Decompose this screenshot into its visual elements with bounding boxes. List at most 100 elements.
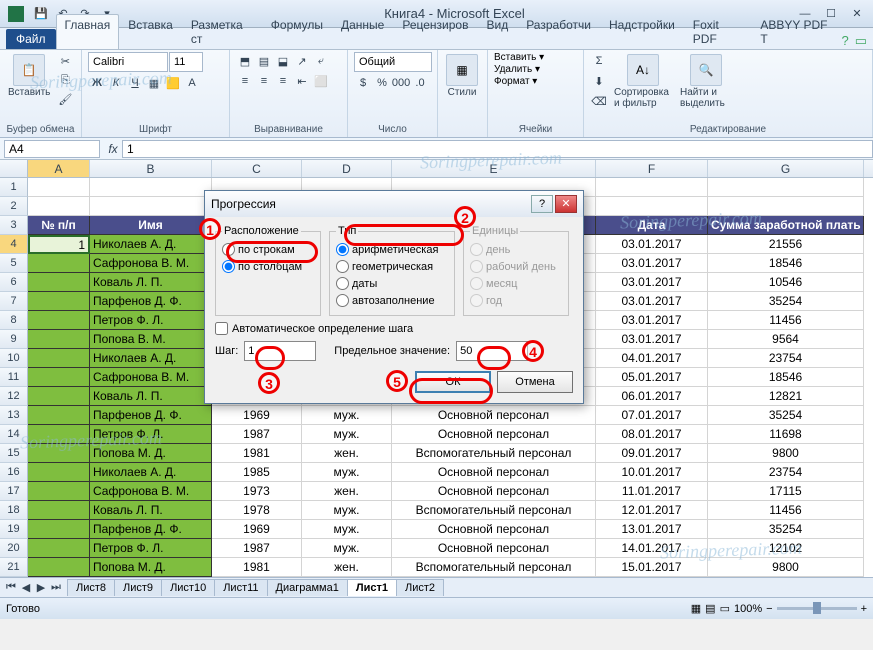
cell[interactable]: 1987 bbox=[212, 425, 302, 444]
close-icon[interactable]: ✕ bbox=[845, 5, 869, 23]
cell[interactable]: 1985 bbox=[212, 463, 302, 482]
row-header[interactable]: 11 bbox=[0, 368, 28, 387]
cell[interactable]: муж. bbox=[302, 463, 392, 482]
cell[interactable]: Сафронова В. М. bbox=[90, 482, 212, 501]
column-header[interactable]: C bbox=[212, 160, 302, 177]
cell[interactable]: Сафронова В. М. bbox=[90, 368, 212, 387]
currency-icon[interactable]: $ bbox=[354, 74, 372, 92]
cell[interactable]: муж. bbox=[302, 520, 392, 539]
cell[interactable]: 11456 bbox=[708, 311, 864, 330]
cell[interactable]: 14.01.2017 bbox=[596, 539, 708, 558]
radio-geometric[interactable]: геометрическая bbox=[336, 258, 448, 275]
row-header[interactable]: 5 bbox=[0, 254, 28, 273]
cell[interactable]: 1969 bbox=[212, 406, 302, 425]
radio-arithmetic[interactable]: арифметическая bbox=[336, 241, 448, 258]
cell[interactable]: 12102 bbox=[708, 539, 864, 558]
bold-icon[interactable]: Ж bbox=[88, 74, 106, 92]
fill-icon[interactable]: ⬇ bbox=[590, 72, 608, 90]
cell[interactable]: муж. bbox=[302, 539, 392, 558]
cell[interactable]: Попова В. М. bbox=[90, 330, 212, 349]
sheet-last-icon[interactable]: ⏭ bbox=[49, 581, 63, 594]
column-header[interactable]: G bbox=[708, 160, 864, 177]
radio-columns[interactable]: по столбцам bbox=[222, 258, 314, 275]
cell[interactable]: 1978 bbox=[212, 501, 302, 520]
header-cell[interactable]: Дата bbox=[596, 216, 708, 235]
tab-формулы[interactable]: Формулы bbox=[262, 14, 332, 49]
cell[interactable]: Николаев А. Д. bbox=[90, 463, 212, 482]
format-cells-button[interactable]: Формат ▾ bbox=[494, 76, 537, 87]
cell[interactable] bbox=[28, 539, 90, 558]
cell[interactable]: 10546 bbox=[708, 273, 864, 292]
cell[interactable]: 15.01.2017 bbox=[596, 558, 708, 577]
percent-icon[interactable]: % bbox=[373, 74, 391, 92]
sheet-tab[interactable]: Лист2 bbox=[396, 579, 444, 596]
select-all-corner[interactable] bbox=[0, 160, 28, 177]
cell[interactable]: Петров Ф. Л. bbox=[90, 425, 212, 444]
cell[interactable] bbox=[28, 444, 90, 463]
cut-icon[interactable]: ✂ bbox=[56, 52, 74, 70]
cell[interactable]: 35254 bbox=[708, 292, 864, 311]
paste-button[interactable]: 📋 Вставить bbox=[6, 52, 52, 100]
cell[interactable]: 09.01.2017 bbox=[596, 444, 708, 463]
cancel-button[interactable]: Отмена bbox=[497, 371, 573, 393]
orientation-icon[interactable]: ↗ bbox=[293, 52, 311, 70]
cell[interactable]: 1973 bbox=[212, 482, 302, 501]
sort-filter-button[interactable]: A↓ Сортировка и фильтр bbox=[612, 52, 674, 111]
sheet-tab[interactable]: Лист8 bbox=[67, 579, 115, 596]
cell[interactable] bbox=[28, 406, 90, 425]
cell[interactable]: Парфенов Д. Ф. bbox=[90, 520, 212, 539]
tab-вставка[interactable]: Вставка bbox=[119, 14, 182, 49]
cell[interactable]: 23754 bbox=[708, 349, 864, 368]
tab-рецензиров[interactable]: Рецензиров bbox=[393, 14, 477, 49]
view-normal-icon[interactable]: ▦ bbox=[691, 602, 701, 615]
fill-color-icon[interactable]: 🟨 bbox=[164, 74, 182, 92]
cell[interactable]: Вспомогательный персонал bbox=[392, 501, 596, 520]
tab-разметка ст[interactable]: Разметка ст bbox=[182, 14, 262, 49]
zoom-in-icon[interactable]: + bbox=[861, 603, 867, 615]
cell[interactable]: 08.01.2017 bbox=[596, 425, 708, 444]
header-cell[interactable]: Имя bbox=[90, 216, 212, 235]
cell[interactable]: 1969 bbox=[212, 520, 302, 539]
row-header[interactable]: 7 bbox=[0, 292, 28, 311]
cell[interactable] bbox=[28, 368, 90, 387]
cell[interactable]: Сафронова В. М. bbox=[90, 254, 212, 273]
cell[interactable] bbox=[28, 254, 90, 273]
column-header[interactable]: F bbox=[596, 160, 708, 177]
sheet-tab[interactable]: Лист9 bbox=[114, 579, 162, 596]
cell[interactable] bbox=[28, 482, 90, 501]
tab-разработчи[interactable]: Разработчи bbox=[517, 14, 600, 49]
cell[interactable]: 23754 bbox=[708, 463, 864, 482]
sheet-first-icon[interactable]: ⏮ bbox=[4, 581, 18, 594]
cell[interactable]: 9564 bbox=[708, 330, 864, 349]
align-left-icon[interactable]: ≡ bbox=[236, 72, 254, 90]
cell[interactable]: Основной персонал bbox=[392, 520, 596, 539]
column-header[interactable]: D bbox=[302, 160, 392, 177]
dialog-titlebar[interactable]: Прогрессия ? ✕ bbox=[205, 191, 583, 217]
cell[interactable]: 18546 bbox=[708, 368, 864, 387]
cell[interactable]: 03.01.2017 bbox=[596, 311, 708, 330]
minimize-ribbon-icon[interactable]: ▭ bbox=[855, 33, 867, 49]
zoom-level[interactable]: 100% bbox=[734, 603, 762, 615]
tab-foxit pdf[interactable]: Foxit PDF bbox=[684, 14, 752, 49]
cell[interactable] bbox=[28, 558, 90, 577]
cell[interactable]: Основной персонал bbox=[392, 463, 596, 482]
column-header[interactable]: A bbox=[28, 160, 90, 177]
cell[interactable]: Коваль Л. П. bbox=[90, 387, 212, 406]
radio-rows[interactable]: по строкам bbox=[222, 241, 314, 258]
column-header[interactable]: B bbox=[90, 160, 212, 177]
cell[interactable]: муж. bbox=[302, 406, 392, 425]
cell[interactable]: 21556 bbox=[708, 235, 864, 254]
sheet-tab[interactable]: Лист1 bbox=[347, 579, 397, 596]
cell[interactable]: 12.01.2017 bbox=[596, 501, 708, 520]
copy-icon[interactable]: ⎘ bbox=[56, 71, 74, 89]
sheet-prev-icon[interactable]: ◀ bbox=[19, 581, 33, 594]
fx-icon[interactable]: fx bbox=[104, 142, 122, 156]
cell[interactable]: Петров Ф. Л. bbox=[90, 311, 212, 330]
cell[interactable]: 35254 bbox=[708, 406, 864, 425]
cell[interactable]: 06.01.2017 bbox=[596, 387, 708, 406]
cell[interactable]: Коваль Л. П. bbox=[90, 273, 212, 292]
cell[interactable]: 11456 bbox=[708, 501, 864, 520]
cell[interactable] bbox=[28, 330, 90, 349]
border-icon[interactable]: ▦ bbox=[145, 74, 163, 92]
row-header[interactable]: 2 bbox=[0, 197, 28, 216]
